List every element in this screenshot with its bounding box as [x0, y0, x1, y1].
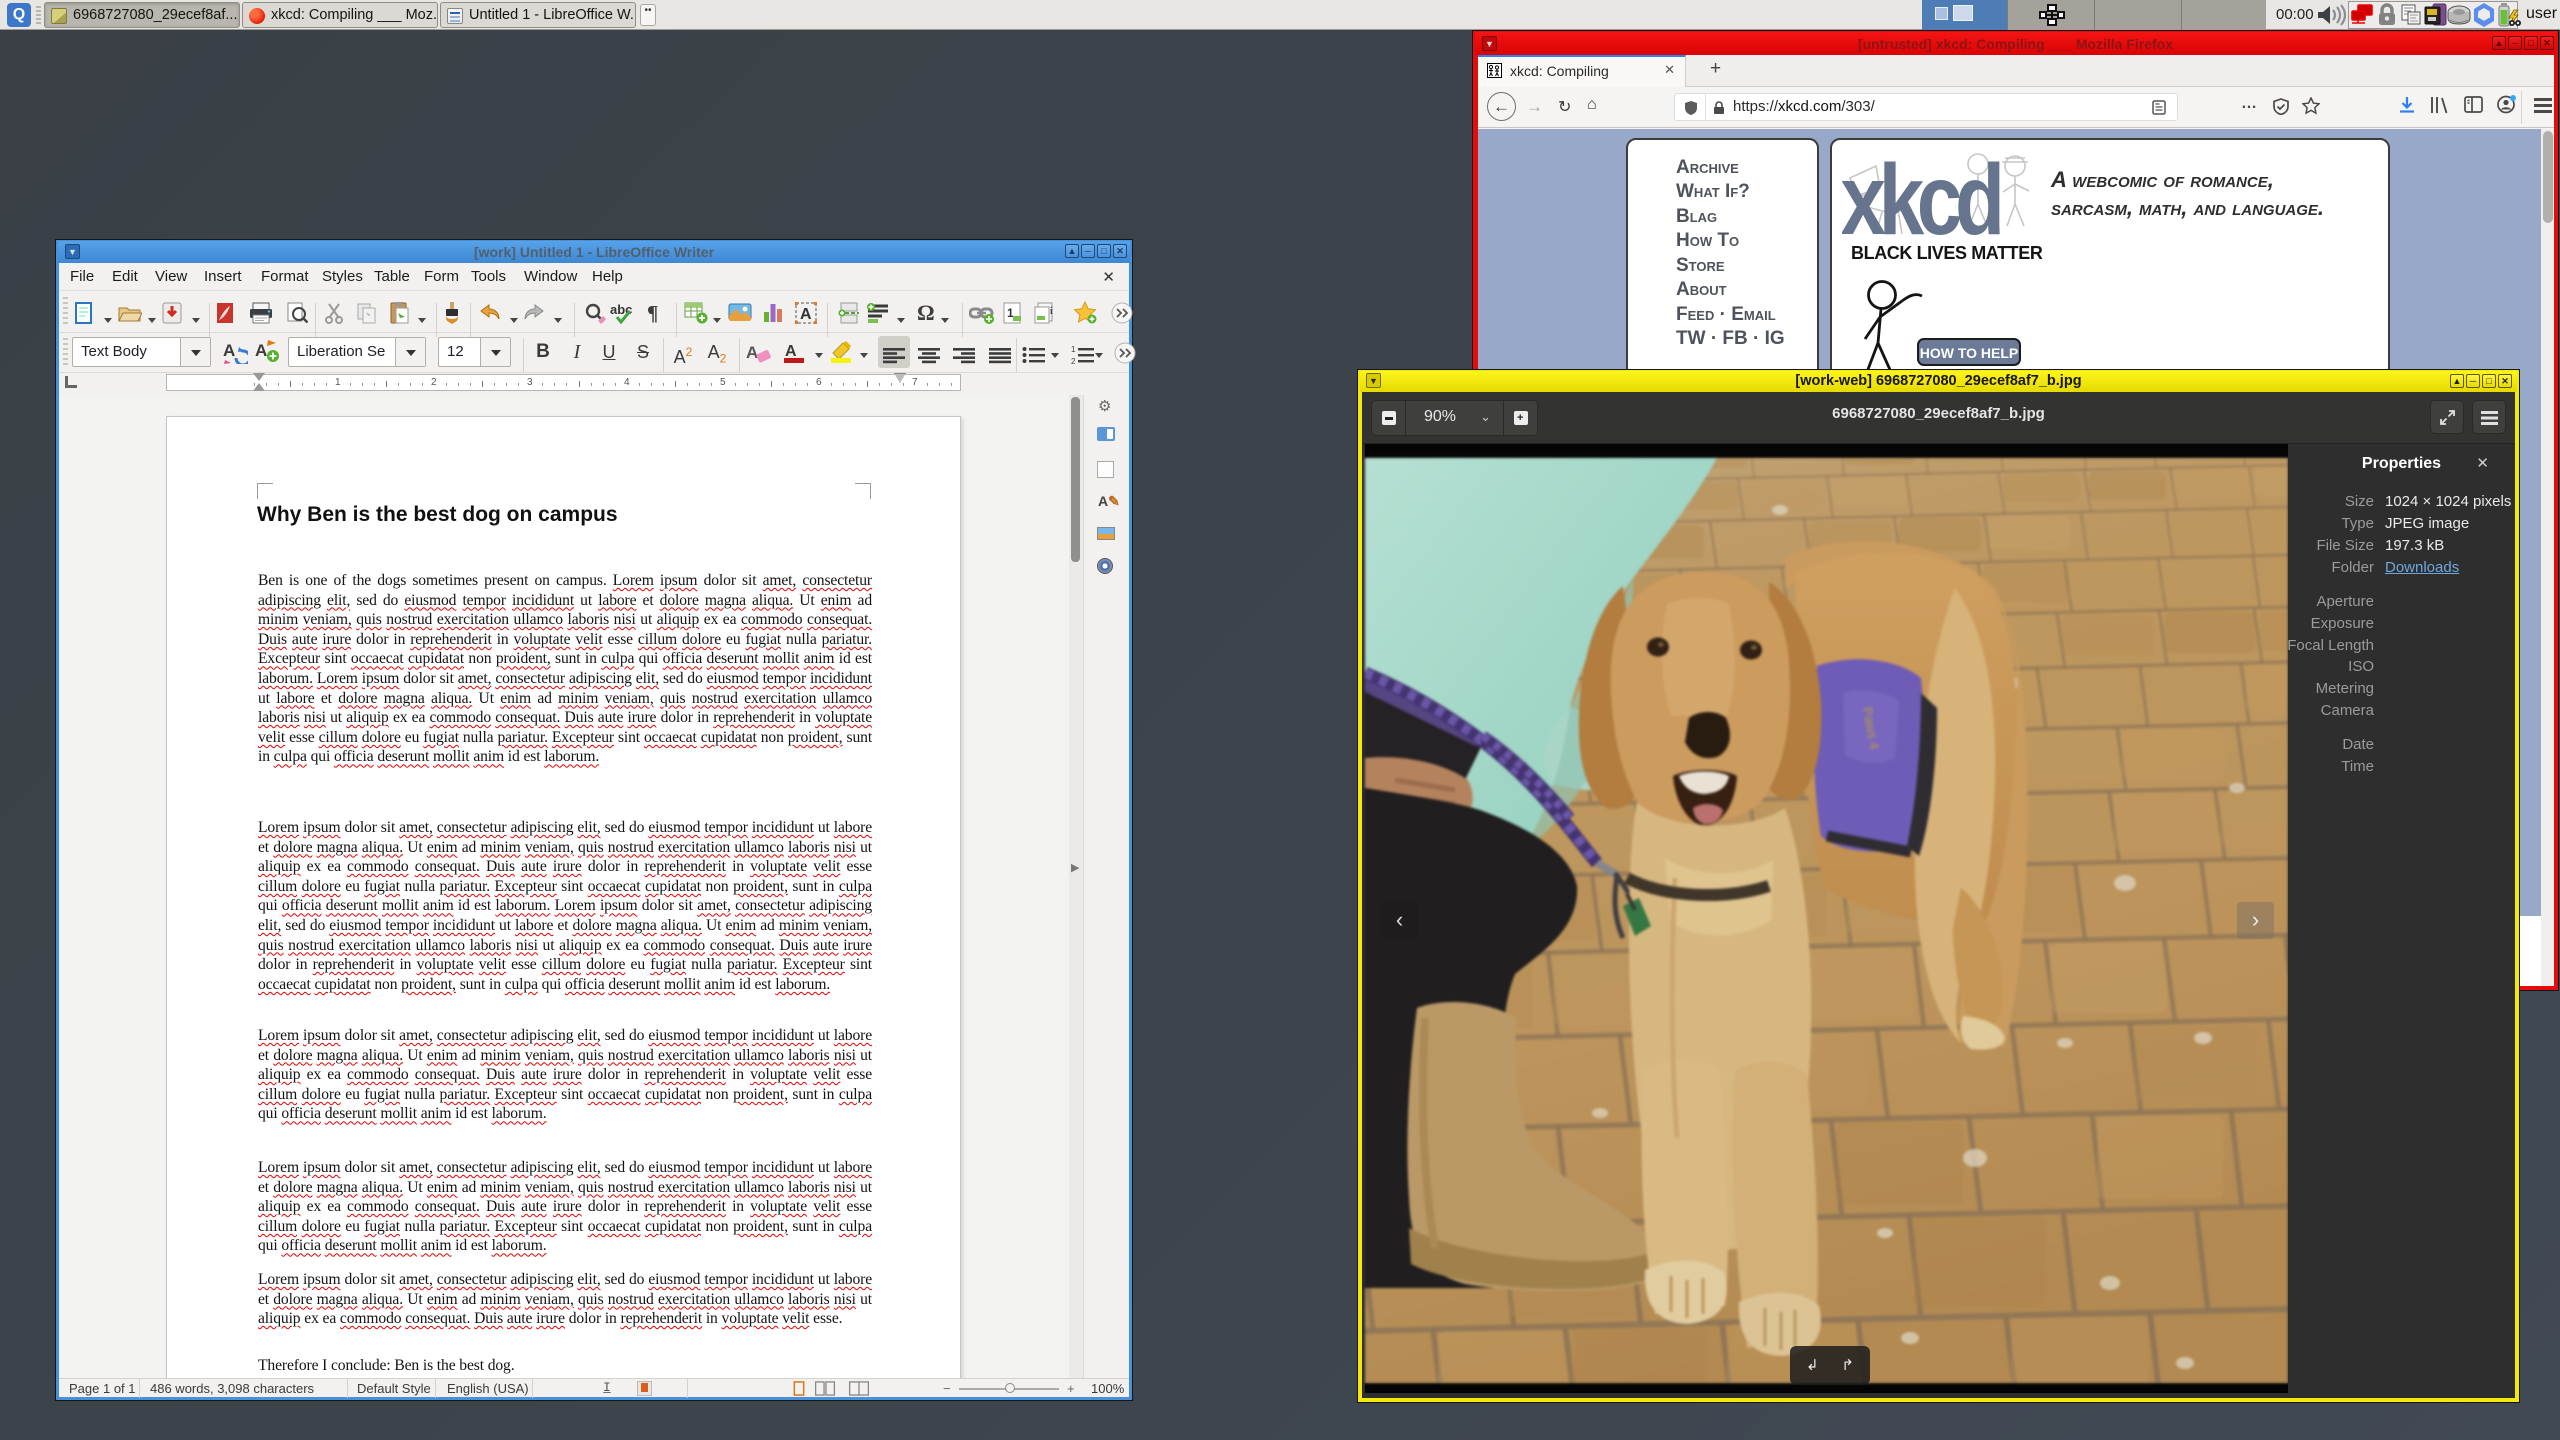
svg-text:abc: abc: [610, 302, 632, 317]
svg-text:A: A: [223, 341, 235, 360]
svg-text:¶: ¶: [647, 302, 658, 324]
svg-text:1: 1: [1007, 306, 1014, 320]
svg-text:Ω: Ω: [917, 302, 934, 324]
svg-text:A: A: [255, 341, 267, 360]
svg-text:2: 2: [1071, 357, 1076, 365]
svg-text:1: 1: [1071, 345, 1076, 354]
svg-text:A: A: [785, 343, 797, 360]
svg-text:i: i: [1050, 306, 1053, 317]
svg-text:A: A: [800, 306, 812, 323]
svg-text:xkcd: xkcd: [1842, 148, 2000, 248]
svg-text:A: A: [746, 343, 758, 362]
